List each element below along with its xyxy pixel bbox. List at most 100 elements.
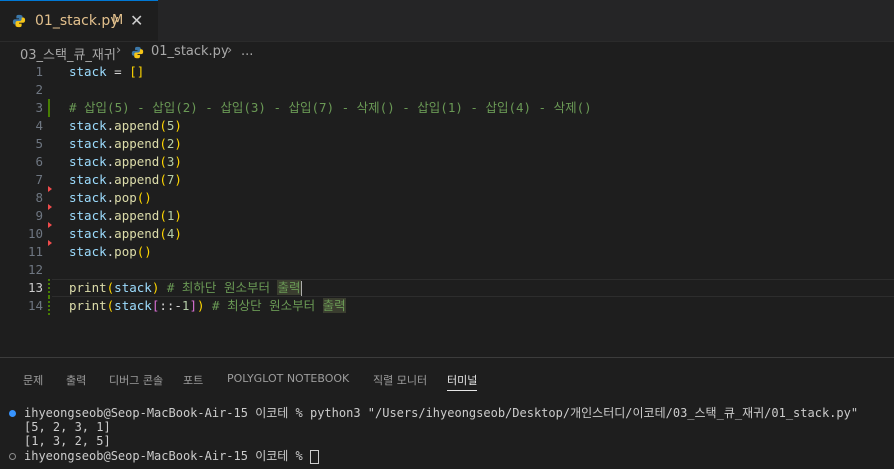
panel-tab[interactable]: 터미널 (447, 372, 477, 388)
code-line[interactable]: 9 stack.append(1) (0, 207, 894, 225)
command-status-icon[interactable] (9, 453, 16, 460)
code-token: ( (159, 136, 167, 151)
code-token: stack (69, 226, 107, 241)
code-line[interactable]: 12 (0, 261, 894, 279)
line-number: 1 (35, 64, 43, 79)
breadcrumb: 03_스택_큐_재귀 › 01_stack.py › ... (0, 41, 894, 63)
panel-tab[interactable]: 출력 (66, 372, 86, 388)
code-line[interactable]: 6 stack.append(3) (0, 153, 894, 171)
code-token: 출력 (277, 280, 301, 295)
code-token: pop (114, 190, 137, 205)
code-text: print(stack[::-1]) # 최상단 원소부터 출력 (69, 297, 346, 315)
modified-indicator: M (112, 13, 124, 28)
code-token: append (114, 118, 160, 133)
code-token: () (136, 190, 152, 205)
active-tab-indicator (447, 390, 477, 391)
code-token: 출력 (322, 298, 346, 313)
code-text: # 삽입(5) - 삽입(2) - 삽입(3) - 삽입(7) - 삭제() -… (69, 99, 592, 117)
code-token: stack (69, 172, 107, 187)
code-editor[interactable]: 1 stack = [] 2 3 # 삽입(5) - 삽입(2) - 삽입(3) - 삽… (0, 63, 894, 353)
code-line[interactable]: 13 print(stack) # 최하단 원소부터 출력 (0, 279, 894, 297)
code-line[interactable]: 2 (0, 81, 894, 99)
code-token: = (106, 64, 130, 79)
code-line[interactable]: 11 stack.pop() (0, 243, 894, 261)
command-status-icon[interactable] (9, 410, 16, 417)
code-line[interactable]: 8 stack.pop() (0, 189, 894, 207)
tab-01-stack-py[interactable]: 01_stack.py M ✕ (0, 0, 158, 41)
code-token: ( (159, 172, 167, 187)
code-token: pop (114, 244, 137, 259)
panel-tab[interactable]: 문제 (23, 372, 43, 388)
line-number: 4 (35, 118, 43, 133)
code-token: ) (196, 298, 205, 313)
code-text: stack.append(1) (69, 207, 182, 225)
code-line[interactable]: 5 stack.append(2) (0, 135, 894, 153)
panel-tab[interactable]: 직렬 모니터 (373, 372, 427, 388)
code-text: stack.append(2) (69, 135, 182, 153)
line-number: 14 (27, 298, 43, 313)
panel-tab[interactable]: POLYGLOT NOTEBOOK (227, 372, 349, 385)
terminal-line: [1, 3, 2, 5] (24, 434, 111, 448)
code-token: ( (159, 226, 167, 241)
code-text: stack.append(4) (69, 225, 182, 243)
terminal-line: ihyeongseob@Seop-MacBook-Air-15 이코테 % py… (24, 406, 858, 420)
terminal-cursor (309, 449, 319, 464)
code-line[interactable]: 1 stack = [] (0, 63, 894, 81)
panel-tab[interactable]: 포트 (183, 372, 203, 388)
terminal-line: ihyeongseob@Seop-MacBook-Air-15 이코테 % (24, 449, 319, 464)
code-token: ( (159, 208, 167, 223)
code-token: ::- (159, 298, 182, 313)
editor-tab-bar: 01_stack.py M ✕ (0, 0, 894, 42)
code-token: ( (159, 118, 167, 133)
breadcrumb-file[interactable]: 01_stack.py (151, 44, 229, 59)
breadcrumb-symbols[interactable]: ... (241, 44, 253, 59)
code-line[interactable]: 10 stack.append(4) (0, 225, 894, 243)
code-token: stack (69, 118, 107, 133)
python-icon (12, 14, 26, 28)
line-number: 8 (35, 190, 43, 205)
line-number: 10 (27, 226, 43, 241)
line-number: 2 (35, 82, 43, 97)
line-number: 12 (27, 262, 43, 277)
terminal-line: [5, 2, 3, 1] (24, 420, 111, 434)
code-text: stack.pop() (69, 189, 152, 207)
code-text: stack = [] (69, 63, 144, 81)
code-text: stack.append(7) (69, 171, 182, 189)
panel-tab[interactable]: 디버그 콘솔 (109, 372, 163, 388)
code-token: ) (174, 136, 182, 151)
code-token: append (114, 154, 160, 169)
code-line[interactable]: 7 stack.append(7) (0, 171, 894, 189)
text-cursor (300, 281, 302, 296)
terminal-prompt: ihyeongseob@Seop-MacBook-Air-15 이코테 % (24, 406, 310, 420)
line-number: 9 (35, 208, 43, 223)
code-token: ) (174, 208, 182, 223)
line-number: 3 (35, 100, 43, 115)
code-line[interactable]: 4 stack.append(5) (0, 117, 894, 135)
terminal-output: [5, 2, 3, 1] (24, 420, 111, 434)
breadcrumb-folder[interactable]: 03_스택_큐_재귀 (20, 44, 116, 63)
code-token: ) (174, 226, 182, 241)
code-token: # 최하단 원소부터 (159, 280, 278, 295)
code-token: # 삽입(5) - 삽입(2) - 삽입(3) - 삽입(7) - 삭제() -… (69, 100, 592, 115)
terminal-output: [1, 3, 2, 5] (24, 434, 111, 448)
code-token: ) (174, 172, 182, 187)
code-line[interactable]: 14 print(stack[::-1]) # 최상단 원소부터 출력 (0, 297, 894, 315)
code-token: stack (69, 154, 107, 169)
code-token: stack (69, 244, 107, 259)
code-token: stack (114, 280, 152, 295)
code-line[interactable]: 3 # 삽입(5) - 삽입(2) - 삽입(3) - 삽입(7) - 삭제() … (0, 99, 894, 117)
code-text: stack.append(3) (69, 153, 182, 171)
code-text: stack.pop() (69, 243, 152, 261)
chevron-right-icon: › (116, 43, 122, 58)
code-token: append (114, 172, 160, 187)
terminal-command: python3 "/Users/ihyeongseob/Desktop/개인스터… (309, 406, 859, 420)
close-icon[interactable]: ✕ (130, 11, 143, 30)
code-token: print (69, 280, 107, 295)
terminal[interactable]: ihyeongseob@Seop-MacBook-Air-15 이코테 % py… (0, 400, 894, 469)
code-token: # 최상단 원소부터 (204, 298, 323, 313)
tab-title: 01_stack.py (35, 13, 119, 29)
code-token: append (114, 208, 160, 223)
line-number: 11 (27, 244, 43, 259)
code-token: stack (69, 136, 107, 151)
code-token: ] (189, 298, 197, 313)
